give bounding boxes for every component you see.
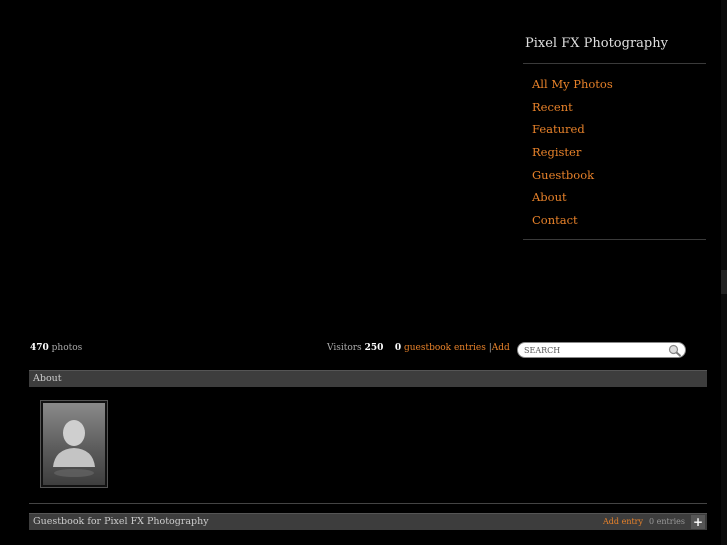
search-input[interactable] [524,345,664,355]
guestbook-heading: Guestbook for Pixel FX Photography [33,516,209,527]
section-divider [29,503,707,504]
site-stats: Visitors 250 0 guestbook entries |Add [327,343,510,353]
visitors-count: 250 [364,343,384,353]
photo-count: 470 photos [30,343,82,353]
guestbook-count: 0 [394,343,402,353]
guestbook-entries-link[interactable]: guestbook entries [404,343,486,353]
search-box [517,342,686,358]
nav-item-contact[interactable]: Contact [532,212,613,235]
search-icon[interactable] [668,344,682,357]
add-guestbook-link[interactable]: Add [492,343,510,353]
nav-item-guestbook[interactable]: Guestbook [532,167,613,190]
avatar[interactable] [40,400,108,488]
about-section-header: About [29,370,707,387]
user-silhouette-icon [53,420,95,477]
default-user-icon [43,403,105,485]
guestbook-section-header: Guestbook for Pixel FX Photography Add e… [29,513,707,530]
nav-item-all-my-photos[interactable]: All My Photos [532,76,613,99]
nav-item-recent[interactable]: Recent [532,99,613,122]
site-title[interactable]: Pixel FX Photography [525,36,668,51]
nav-item-featured[interactable]: Featured [532,121,613,144]
main-nav: All My Photos Recent Featured Register G… [532,76,613,235]
nav-divider-top [523,63,706,64]
nav-item-register[interactable]: Register [532,144,613,167]
photo-count-label: photos [51,343,83,353]
add-icon[interactable]: + [691,515,705,529]
guestbook-actions: Add entry 0 entries + [603,515,705,529]
photo-count-value: 470 [30,343,49,353]
visitors-label: Visitors [327,343,362,353]
scrollbar[interactable] [721,0,727,545]
nav-divider-bottom [523,239,706,240]
scrollbar-grip[interactable] [721,270,727,294]
about-heading: About [33,373,62,384]
entries-count: 0 entries [649,517,685,526]
add-entry-link[interactable]: Add entry [603,514,643,530]
nav-item-about[interactable]: About [532,189,613,212]
